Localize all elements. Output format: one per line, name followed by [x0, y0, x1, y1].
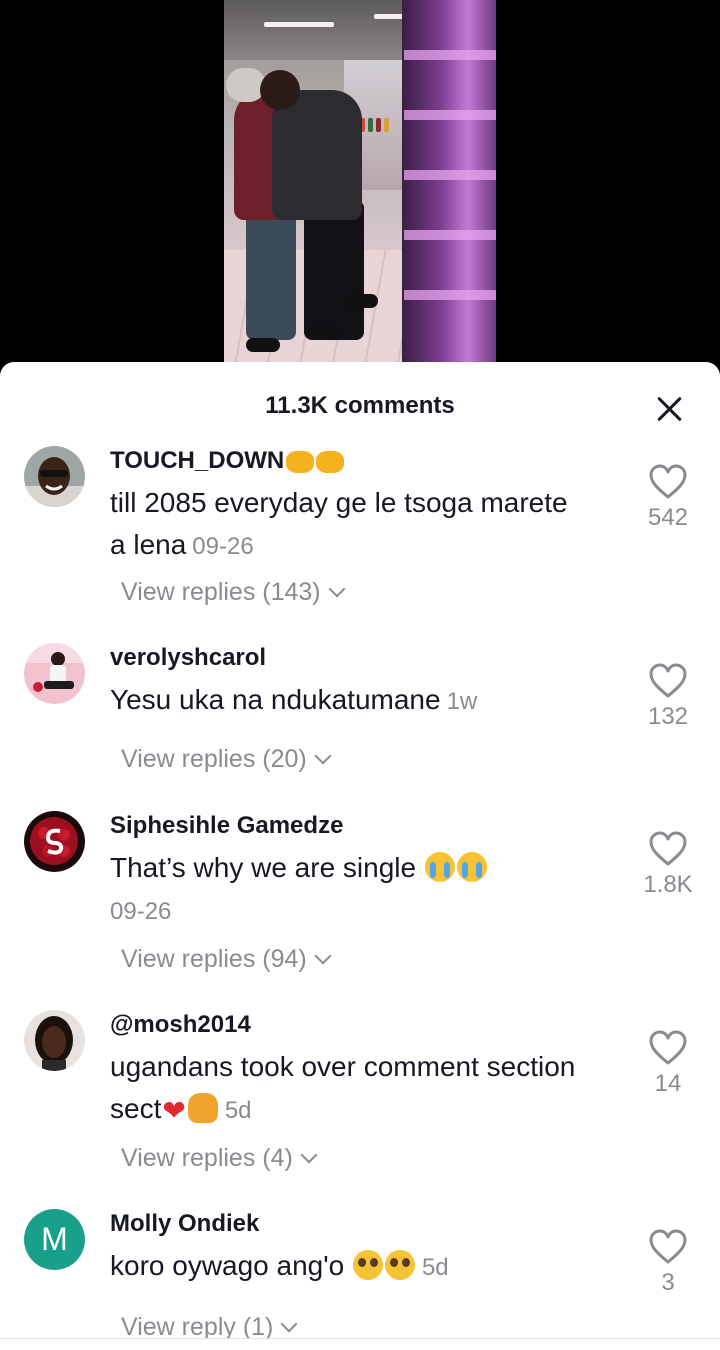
- like-count: 1.8K: [643, 871, 693, 898]
- comment-timestamp: 1w: [446, 688, 478, 715]
- heart-icon: [649, 464, 687, 499]
- pleading-emoji-icon: [384, 1250, 415, 1280]
- pleading-emoji-icon: [352, 1250, 383, 1280]
- chevron-down-icon: [314, 747, 332, 765]
- comments-count-title: 11.3K comments: [265, 392, 455, 419]
- avatar[interactable]: [24, 446, 85, 507]
- comment-username[interactable]: Molly Ondiek: [110, 1209, 259, 1239]
- red-heart-emoji-icon: ❤: [162, 1095, 186, 1126]
- heart-icon: [649, 663, 687, 698]
- chevron-down-icon: [300, 1146, 318, 1164]
- person-b-body: [272, 90, 362, 220]
- view-replies-label: View replies (20): [121, 745, 307, 773]
- crying-emoji-icon: [456, 852, 487, 882]
- comment-body: koro oywago ang'o: [110, 1250, 345, 1281]
- view-replies-label: View reply (1): [121, 1313, 274, 1341]
- bottom-divider: [0, 1338, 720, 1350]
- avatar-photo: [24, 1010, 85, 1071]
- comment-username[interactable]: TOUCH_DOWN: [110, 446, 345, 476]
- avatar[interactable]: [24, 1010, 85, 1071]
- comments-header: 11.3K comments: [0, 362, 720, 448]
- shelf-row: [404, 170, 496, 180]
- person-b-legs: [304, 200, 364, 340]
- view-replies-label: View replies (94): [121, 945, 307, 973]
- crying-emoji-icon: [424, 852, 455, 882]
- chevron-down-icon: [280, 1315, 298, 1333]
- like-button[interactable]: 542: [630, 464, 706, 532]
- like-button[interactable]: 3: [630, 1229, 706, 1297]
- view-replies-label: View replies (4): [121, 1144, 293, 1172]
- comment-body: Yesu uka na ndukatumane: [110, 684, 441, 715]
- comment-text: ugandans took over comment section sect❤…: [110, 1046, 580, 1132]
- comment-username[interactable]: Siphesihle Gamedze: [110, 811, 343, 841]
- avatar[interactable]: M: [24, 1209, 85, 1270]
- like-count: 542: [647, 504, 689, 531]
- comment-timestamp: 09-26: [110, 898, 172, 925]
- view-replies-button[interactable]: View replies (143): [121, 578, 346, 607]
- comment-timestamp: 5d: [224, 1097, 252, 1124]
- comment-text: Yesu uka na ndukatumane 1w: [110, 679, 580, 723]
- heart-icon: [649, 1229, 687, 1264]
- avatar-photo: [24, 811, 85, 872]
- shelf-row: [404, 50, 496, 60]
- like-count: 14: [654, 1070, 682, 1097]
- shelf-row: [404, 230, 496, 240]
- fist-bump-emoji-icon: [316, 451, 345, 473]
- shoe: [246, 338, 280, 352]
- video-frame[interactable]: [224, 0, 496, 362]
- shoe: [344, 294, 378, 308]
- video-background[interactable]: [0, 0, 720, 362]
- bottle: [368, 118, 373, 132]
- ceiling-light: [264, 22, 334, 27]
- like-button[interactable]: 14: [630, 1030, 706, 1098]
- comment-timestamp: 09-26: [192, 533, 254, 560]
- shelf-row: [404, 110, 496, 120]
- shoe: [306, 326, 340, 340]
- like-button[interactable]: 132: [630, 663, 706, 731]
- heart-icon: [649, 831, 687, 866]
- heart-icon: [649, 1030, 687, 1065]
- comment-username[interactable]: @mosh2014: [110, 1010, 251, 1040]
- like-button[interactable]: 1.8K: [630, 831, 706, 899]
- shelf-row: [404, 290, 496, 300]
- fist-bump-emoji-icon: [286, 451, 315, 473]
- chevron-down-icon: [328, 580, 346, 598]
- avatar-photo: [24, 446, 85, 507]
- comments-sheet: 11.3K comments TOUCH_DOWN till 2085 ever…: [0, 362, 720, 1350]
- like-count: 132: [647, 703, 689, 730]
- person-a-legs: [246, 210, 296, 340]
- comment-body: till 2085 everyday ge le tsoga marete a …: [110, 487, 568, 560]
- view-replies-label: View replies (143): [121, 578, 321, 606]
- username-text: TOUCH_DOWN: [110, 447, 285, 474]
- comment-body: That’s why we are single: [110, 852, 417, 883]
- comment-username[interactable]: verolyshcarol: [110, 643, 266, 673]
- bottle: [384, 118, 389, 132]
- like-count: 3: [661, 1269, 675, 1296]
- avatar-photo: [24, 643, 85, 704]
- view-replies-button[interactable]: View replies (20): [121, 745, 332, 774]
- view-replies-button[interactable]: View replies (94): [121, 945, 332, 974]
- avatar[interactable]: [24, 811, 85, 872]
- chevron-down-icon: [314, 947, 332, 965]
- bottle: [376, 118, 381, 132]
- close-icon[interactable]: [654, 394, 684, 424]
- view-replies-button[interactable]: View replies (4): [121, 1144, 318, 1173]
- comment-text: till 2085 everyday ge le tsoga marete a …: [110, 482, 580, 568]
- person-b-head: [260, 70, 300, 110]
- person-gesturing-emoji-icon: [187, 1093, 218, 1123]
- comment-text: That’s why we are single 09-26: [110, 847, 580, 933]
- avatar[interactable]: [24, 643, 85, 704]
- comment-timestamp: 5d: [421, 1254, 449, 1281]
- comment-text: koro oywago ang'o 5d: [110, 1245, 580, 1289]
